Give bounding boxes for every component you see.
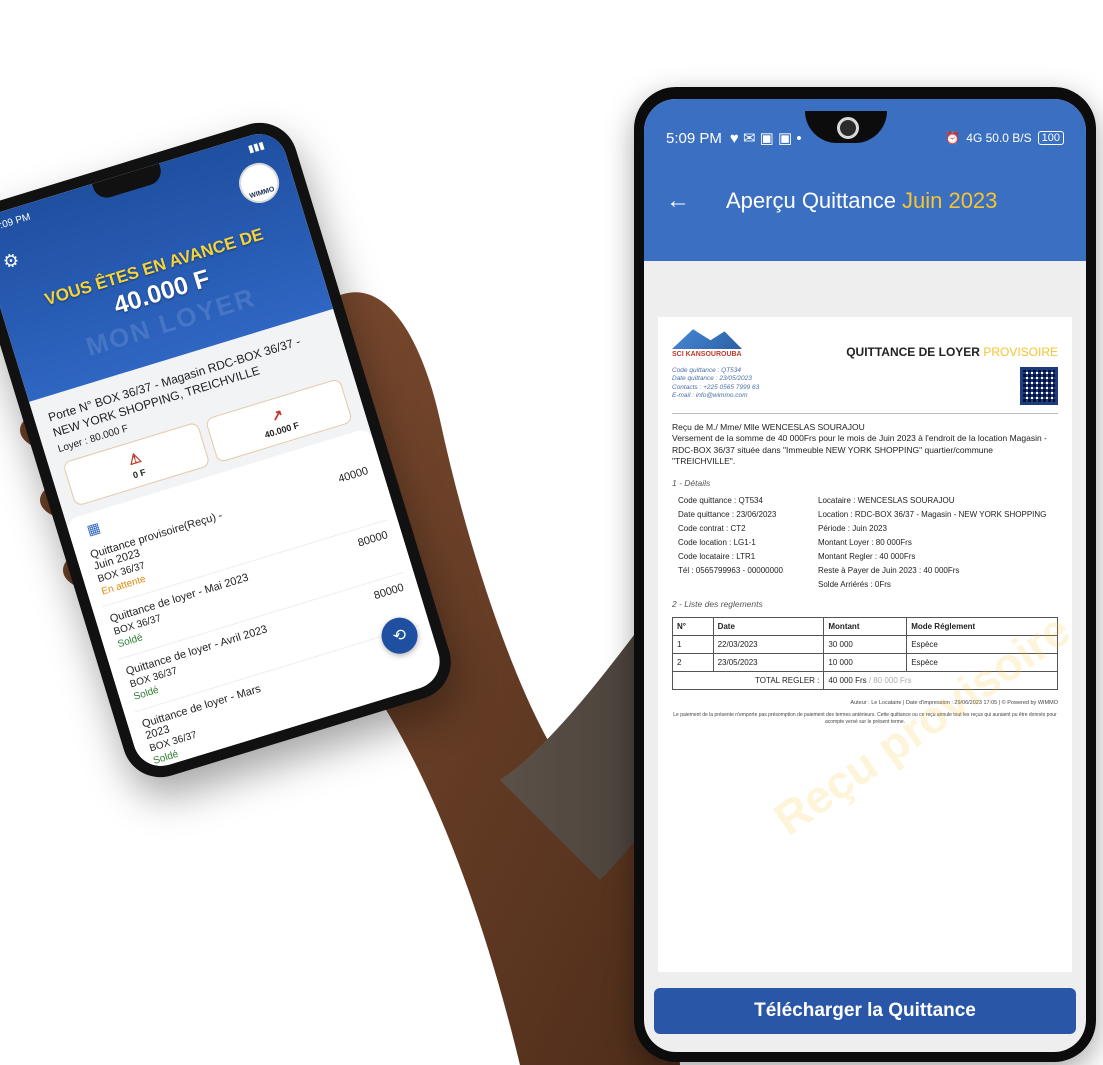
left-phone-screen: 5:09 PM ▮▮▮ ⚙ WIMMO VOUS ÊTES EN AVANCE … <box>0 127 447 773</box>
warning-icon: ⚠ <box>126 448 143 468</box>
page-title: Aperçu Quittance <box>726 188 896 213</box>
company-logo: SCI KANSOUROUBA <box>672 327 782 358</box>
meta-line: E-mail : info@wimmo.com <box>672 392 748 400</box>
right-phone-screen: 5:09 PM ♥ ✉ ▣ ▣ • ⏰ 4G 50.0 B/S 100 ← Ap… <box>644 99 1086 1052</box>
title-row: ← Aperçu Quittance Juin 2023 <box>644 187 1086 215</box>
app-bar: 5:09 PM ♥ ✉ ▣ ▣ • ⏰ 4G 50.0 B/S 100 ← Ap… <box>644 99 1086 261</box>
gear-icon[interactable]: ⚙ <box>0 249 22 274</box>
receipt-amount: 80000 <box>356 529 390 550</box>
receipt-amount: 40000 <box>337 465 370 486</box>
divider <box>672 413 1058 414</box>
notification-icons: ♥ ✉ ▣ ▣ • <box>729 130 802 147</box>
meta-line: Code quittance : QT534 <box>672 367 742 374</box>
document-footer-note: Le paiement de la présente n'emporte pas… <box>673 711 1057 725</box>
battery-icon: 100 <box>1037 131 1064 145</box>
status-icons: ▮▮▮ <box>246 140 266 156</box>
document-meta: Code quittance : QT534 Date quittance : … <box>672 367 1058 405</box>
receipt-document: Reçu provisoire SCI KANSOUROUBA QUITTANC… <box>658 317 1072 972</box>
qr-code-icon <box>1020 367 1058 405</box>
notch <box>92 163 165 202</box>
page-title-month: Juin 2023 <box>901 188 998 213</box>
document-header: SCI KANSOUROUBA QUITTANCE DE LOYER PROVI… <box>672 327 1058 359</box>
status-time: 5:09 PM <box>666 129 722 147</box>
total-value: 40 000 Frs <box>828 675 867 685</box>
section-payments-title: 2 - Liste des reglements <box>672 598 763 609</box>
receipt-text: Reçu de M./ Mme/ Mlle WENCESLAS SOURAJOU… <box>672 422 1047 467</box>
card-value: 0 F <box>131 466 147 481</box>
back-arrow-icon[interactable]: ← <box>666 187 726 215</box>
house-roof-icon <box>672 329 742 349</box>
document-heading: QUITTANCE DE LOYER PROVISOIRE <box>846 345 1058 359</box>
left-phone: 5:09 PM ▮▮▮ ⚙ WIMMO VOUS ÊTES EN AVANCE … <box>0 113 461 787</box>
right-phone: 5:09 PM ♥ ✉ ▣ ▣ • ⏰ 4G 50.0 B/S 100 ← Ap… <box>634 87 1096 1062</box>
details-grid: Code quittance : QT534 Locataire : WENCES… <box>678 495 1047 589</box>
meta-line: Date quittance : 23/05/2023 <box>672 375 752 383</box>
table-header-row: N° Date Montant Mode Réglement <box>672 616 1058 636</box>
card-value: 40.000 F <box>263 419 301 440</box>
total-of: / 80 000 Frs <box>868 675 912 685</box>
alarm-icon: ⏰ <box>945 131 961 145</box>
receipt-amount <box>418 634 433 682</box>
app-logo: WIMMO <box>234 158 285 208</box>
trend-up-icon: ↗ <box>269 405 286 424</box>
company-name: SCI KANSOUROUBA <box>672 351 742 358</box>
section-details-title: 1 - Détails <box>672 477 711 488</box>
download-receipt-button[interactable]: Télécharger la Quittance <box>654 988 1076 1034</box>
document-heading-suffix: PROVISOIRE <box>983 345 1058 359</box>
network-status: 4G 50.0 B/S <box>966 131 1032 145</box>
meta-line: Contacts : +225 0565 7999 63 <box>672 383 760 391</box>
status-time: 5:09 PM <box>0 211 32 234</box>
